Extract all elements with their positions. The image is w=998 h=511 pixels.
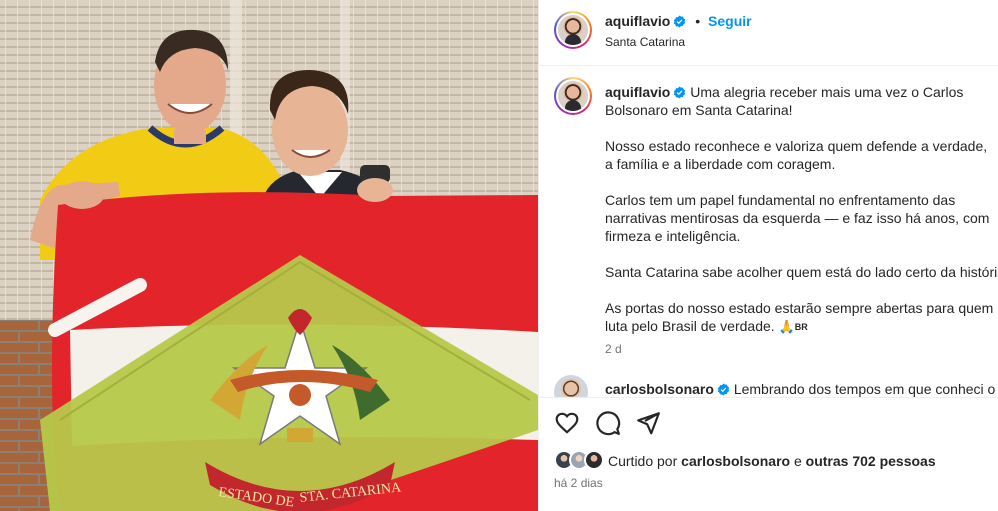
post-header: aquiflavio • Seguir Santa Catarina (539, 0, 998, 66)
verified-badge-icon (717, 383, 730, 396)
caption-author-avatar[interactable] (554, 77, 592, 115)
post-location[interactable]: Santa Catarina (605, 35, 685, 49)
post-side-panel: aquiflavio • Seguir Santa Catarina aquif… (538, 0, 998, 511)
post-timestamp[interactable]: há 2 dias (554, 476, 603, 490)
liker-avatar (584, 450, 604, 470)
header-author-line: aquiflavio • Seguir (605, 13, 752, 29)
caption-paragraph: Santa Catarina sabe acolher quem está do… (605, 264, 998, 280)
liked-by-user[interactable]: carlosbolsonaro (681, 453, 790, 469)
paper-plane-icon[interactable] (635, 410, 661, 436)
santa-catarina-flag: ESTADO DE STA. CATARINA (40, 192, 538, 511)
caption-paragraph: As portas do nosso estado estarão sempre… (605, 299, 995, 336)
author-avatar[interactable] (554, 11, 592, 49)
post-caption: aquiflavio Uma alegria receber mais uma … (605, 83, 998, 354)
brazil-flag-label: BR (794, 322, 808, 332)
post-photo[interactable]: ESTADO DE STA. CATARINA (0, 0, 538, 511)
photo-canvas: ESTADO DE STA. CATARINA (0, 0, 538, 511)
header-separator: • (695, 13, 701, 29)
caption-paragraph: Nosso estado reconhece e valoriza quem d… (605, 138, 988, 172)
caption-username[interactable]: aquiflavio (605, 84, 670, 100)
likers-avatars[interactable] (554, 450, 608, 472)
pray-emoji: 🙏 (778, 319, 795, 334)
caption-paragraph: aquiflavio Uma alegria receber mais uma … (605, 83, 995, 119)
comment-bubble-icon[interactable] (595, 410, 621, 436)
comment-username[interactable]: carlosbolsonaro (605, 381, 714, 397)
follow-button[interactable]: Seguir (708, 13, 752, 29)
verified-badge-icon (674, 86, 686, 99)
comment-item: carlosbolsonaro Lembrando dos tempos em … (605, 381, 995, 397)
liked-by-prefix: Curtido por (608, 453, 678, 469)
commenter-avatar[interactable] (554, 375, 588, 397)
header-username[interactable]: aquiflavio (605, 13, 670, 29)
comments-scroll-area[interactable]: aquiflavio Uma alegria receber mais uma … (539, 67, 998, 397)
heart-outline-icon[interactable] (554, 410, 580, 436)
post-actions: Curtido por carlosbolsonaro e outras 702… (539, 397, 998, 501)
instagram-post: ESTADO DE STA. CATARINA aquiflavio • Seg… (0, 0, 998, 511)
verified-badge-icon (674, 15, 686, 28)
caption-time-ago[interactable]: 2 d (605, 342, 622, 356)
comment-text: Lembrando dos tempos em que conheci o (733, 381, 996, 397)
liked-by-middle: e (793, 453, 802, 469)
caption-paragraph: Carlos tem um papel fundamental no enfre… (605, 192, 990, 244)
liked-by-text: Curtido por carlosbolsonaro e outras 702… (608, 453, 936, 469)
liked-by-others[interactable]: outras 702 pessoas (806, 453, 936, 469)
